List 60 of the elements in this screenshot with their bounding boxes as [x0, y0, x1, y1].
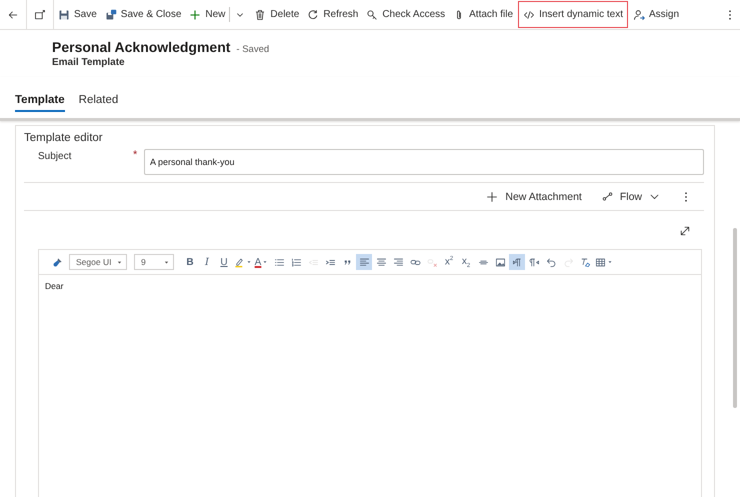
command-button[interactable]: Insert dynamic text [517, 0, 629, 29]
ltr-button[interactable] [509, 254, 525, 270]
window-icon [34, 8, 46, 20]
required-mark: * [133, 149, 138, 161]
save-close-icon [104, 8, 117, 20]
command-button[interactable]: Attach file [449, 0, 518, 29]
save-status: - Saved [236, 44, 270, 55]
plus-icon [486, 190, 498, 202]
superscript-button[interactable]: x$^{2}$ [441, 254, 457, 270]
align-center-icon [376, 256, 386, 268]
align-left-button[interactable] [356, 254, 372, 270]
redo-icon [562, 256, 574, 268]
plus-icon [189, 8, 202, 20]
unlink-icon [426, 256, 438, 268]
editor-body[interactable]: Dear [39, 275, 701, 297]
paint-brush-icon [52, 256, 62, 268]
italic-button[interactable]: I [199, 254, 215, 270]
record-title: Personal Acknowledgment [52, 39, 230, 55]
trash-icon [254, 8, 266, 20]
highlighter-icon [234, 256, 244, 268]
input-field[interactable]: A personal thank-you [144, 149, 704, 175]
undo-icon [546, 256, 556, 268]
pilcrow-left-to-right-icon [512, 256, 522, 268]
field-label: Subject [38, 150, 72, 162]
command-button[interactable]: Save & Close [100, 0, 186, 29]
subscript-button[interactable]: x$_{2}$ [458, 254, 474, 270]
command-button[interactable]: Refresh [303, 0, 362, 29]
bullet-list-icon [274, 256, 284, 268]
tab[interactable]: Template [15, 90, 65, 112]
code-icon [523, 8, 536, 20]
dropdown[interactable]: 9 [134, 254, 174, 270]
font-color-button[interactable]: A [254, 254, 270, 270]
key-icon [366, 8, 378, 20]
table-icon [594, 256, 606, 268]
command-button[interactable]: Assign [628, 0, 683, 29]
command-button[interactable]: Check Access [362, 0, 450, 29]
pilcrow-right-to-left-icon [528, 256, 540, 268]
scrollbar-thumb[interactable] [733, 228, 737, 408]
flow-icon [602, 191, 613, 202]
command-button[interactable]: Save [54, 0, 101, 29]
command-button[interactable]: Delete [250, 0, 304, 29]
bold-button[interactable]: B [182, 254, 198, 270]
align-left-icon [358, 256, 370, 268]
numbered-list-icon [290, 256, 302, 268]
expand-icon [679, 225, 691, 237]
flow-button[interactable]: Flow [594, 190, 668, 202]
entity-name: Email Template [52, 57, 126, 68]
section-title: Template editor [24, 132, 104, 144]
save-icon [58, 8, 70, 20]
new-attachment-button[interactable]: New Attachment [478, 190, 590, 202]
eraser-icon [580, 256, 590, 268]
underline-button[interactable]: U [216, 254, 232, 270]
back-arrow-icon [7, 8, 19, 20]
image-icon [494, 256, 506, 268]
refresh-icon [307, 8, 320, 20]
person-icon [632, 8, 645, 20]
dropdown[interactable]: Segoe UI [69, 254, 127, 270]
align-right-icon [392, 256, 404, 268]
command-button[interactable]: New [185, 0, 230, 29]
tab[interactable]: Related [78, 90, 118, 112]
